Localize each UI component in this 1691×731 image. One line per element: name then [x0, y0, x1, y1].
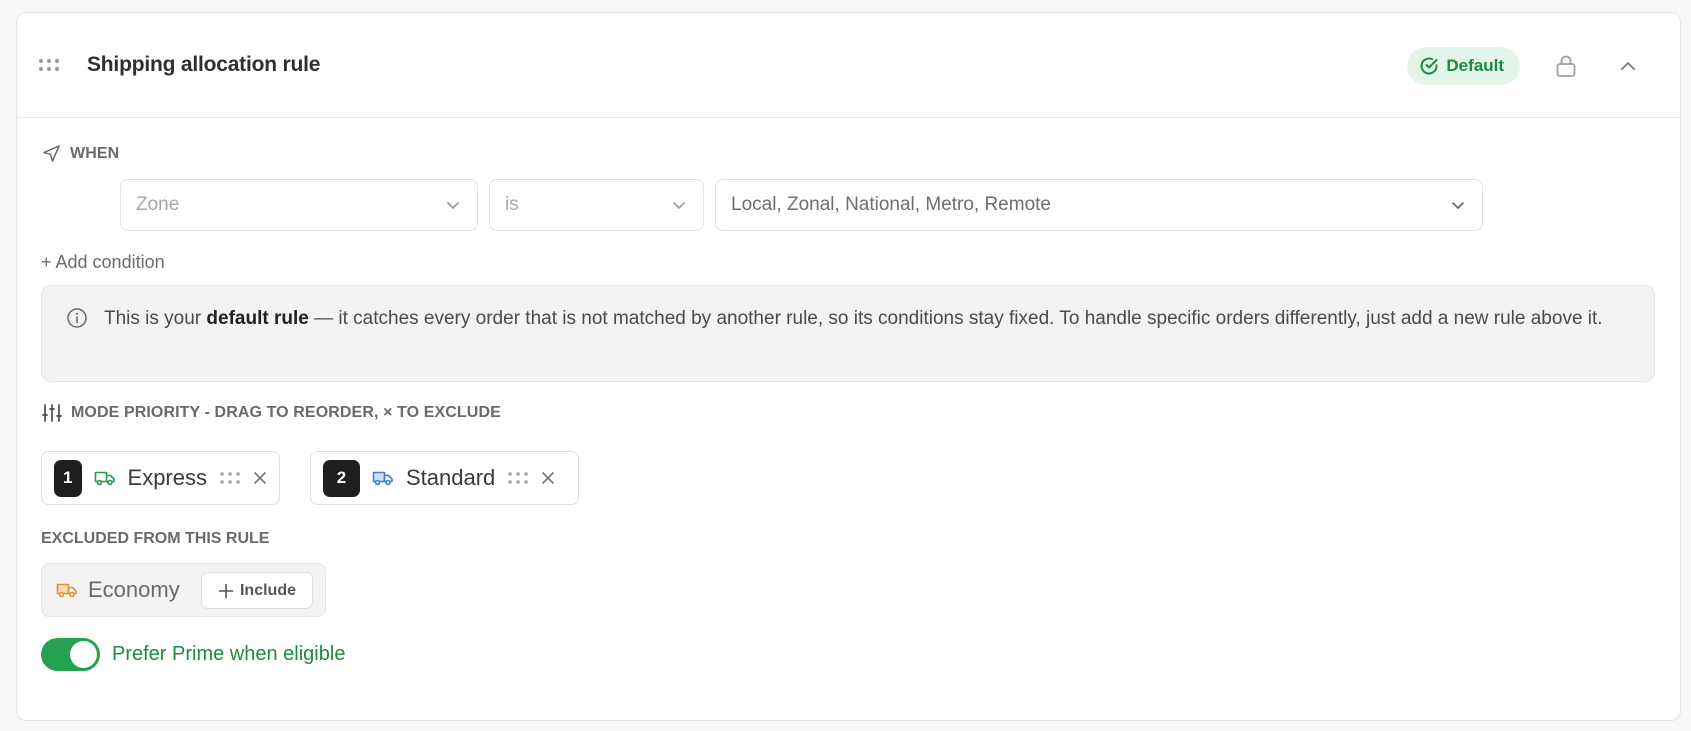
mode-label-standard: Standard: [406, 465, 496, 490]
chevron-down-icon: [673, 202, 685, 209]
info-text-after: — it catches every order that is not mat…: [308, 308, 1603, 329]
add-condition-link[interactable]: + Add condition: [41, 252, 165, 273]
navigation-arrow-icon: [43, 145, 60, 162]
truck-icon: [372, 470, 394, 486]
drag-handle-icon[interactable]: [507, 471, 529, 485]
condition-field-value: Zone: [136, 194, 180, 215]
rule-title: Shipping allocation rule: [87, 53, 321, 76]
default-badge: Default: [1407, 46, 1520, 85]
condition-values-value: Local, Zonal, National, Metro, Remote: [731, 194, 1051, 215]
sliders-icon: [42, 404, 62, 422]
excluded-mode-label: Economy: [88, 577, 180, 602]
info-text-bold: default rule: [206, 308, 309, 329]
info-text-before: This is your: [104, 308, 207, 329]
toggle-knob: [70, 641, 97, 668]
mode-chip-express[interactable]: 1 Express: [41, 451, 280, 505]
excluded-chip-economy: Economy Include: [41, 563, 326, 617]
mode-chip-standard[interactable]: 2 Standard: [310, 451, 579, 505]
chevron-down-icon: [1452, 202, 1464, 209]
prime-toggle-label[interactable]: Prefer Prime when eligible: [112, 643, 345, 666]
condition-operator-value: is: [505, 194, 519, 215]
drag-handle-icon[interactable]: [37, 53, 61, 77]
chevron-down-icon: [447, 202, 459, 209]
truck-icon: [56, 582, 78, 598]
mode-priority-label-text: MODE PRIORITY - DRAG TO REORDER, × TO EX…: [71, 404, 501, 421]
prime-toggle-row: Prefer Prime when eligible: [41, 638, 345, 671]
condition-field-select[interactable]: Zone: [120, 179, 478, 231]
prime-toggle[interactable]: [41, 638, 100, 671]
include-button-label: Include: [239, 581, 296, 599]
default-badge-label: Default: [1446, 55, 1504, 75]
collapse-chevron-up-icon[interactable]: [1610, 48, 1646, 84]
truck-icon: [94, 470, 116, 486]
include-button[interactable]: Include: [201, 572, 313, 609]
when-section-label: WHEN: [42, 144, 119, 163]
plus-icon: [218, 583, 234, 598]
excluded-section-label: EXCLUDED FROM THIS RULE: [41, 530, 270, 547]
exclude-close-icon[interactable]: [541, 471, 555, 485]
mode-priority-label: MODE PRIORITY - DRAG TO REORDER, × TO EX…: [42, 403, 501, 423]
drag-handle-icon[interactable]: [219, 471, 241, 485]
default-rule-info-box: This is your default rule — it catches e…: [41, 285, 1655, 382]
mode-label-express: Express: [127, 465, 207, 490]
check-circle-icon: [1420, 57, 1438, 75]
mode-rank-badge: 2: [323, 459, 360, 497]
lock-icon[interactable]: [1548, 48, 1584, 84]
rule-header: Shipping allocation rule Default: [17, 13, 1680, 118]
condition-values-select[interactable]: Local, Zonal, National, Metro, Remote: [715, 179, 1483, 231]
condition-operator-select[interactable]: is: [489, 179, 704, 231]
when-label: WHEN: [70, 144, 120, 162]
exclude-close-icon[interactable]: [253, 471, 267, 485]
mode-rank-badge: 1: [54, 459, 82, 497]
rule-card: Shipping allocation rule Default WHEN Zo…: [16, 12, 1681, 721]
info-icon: [67, 308, 87, 328]
